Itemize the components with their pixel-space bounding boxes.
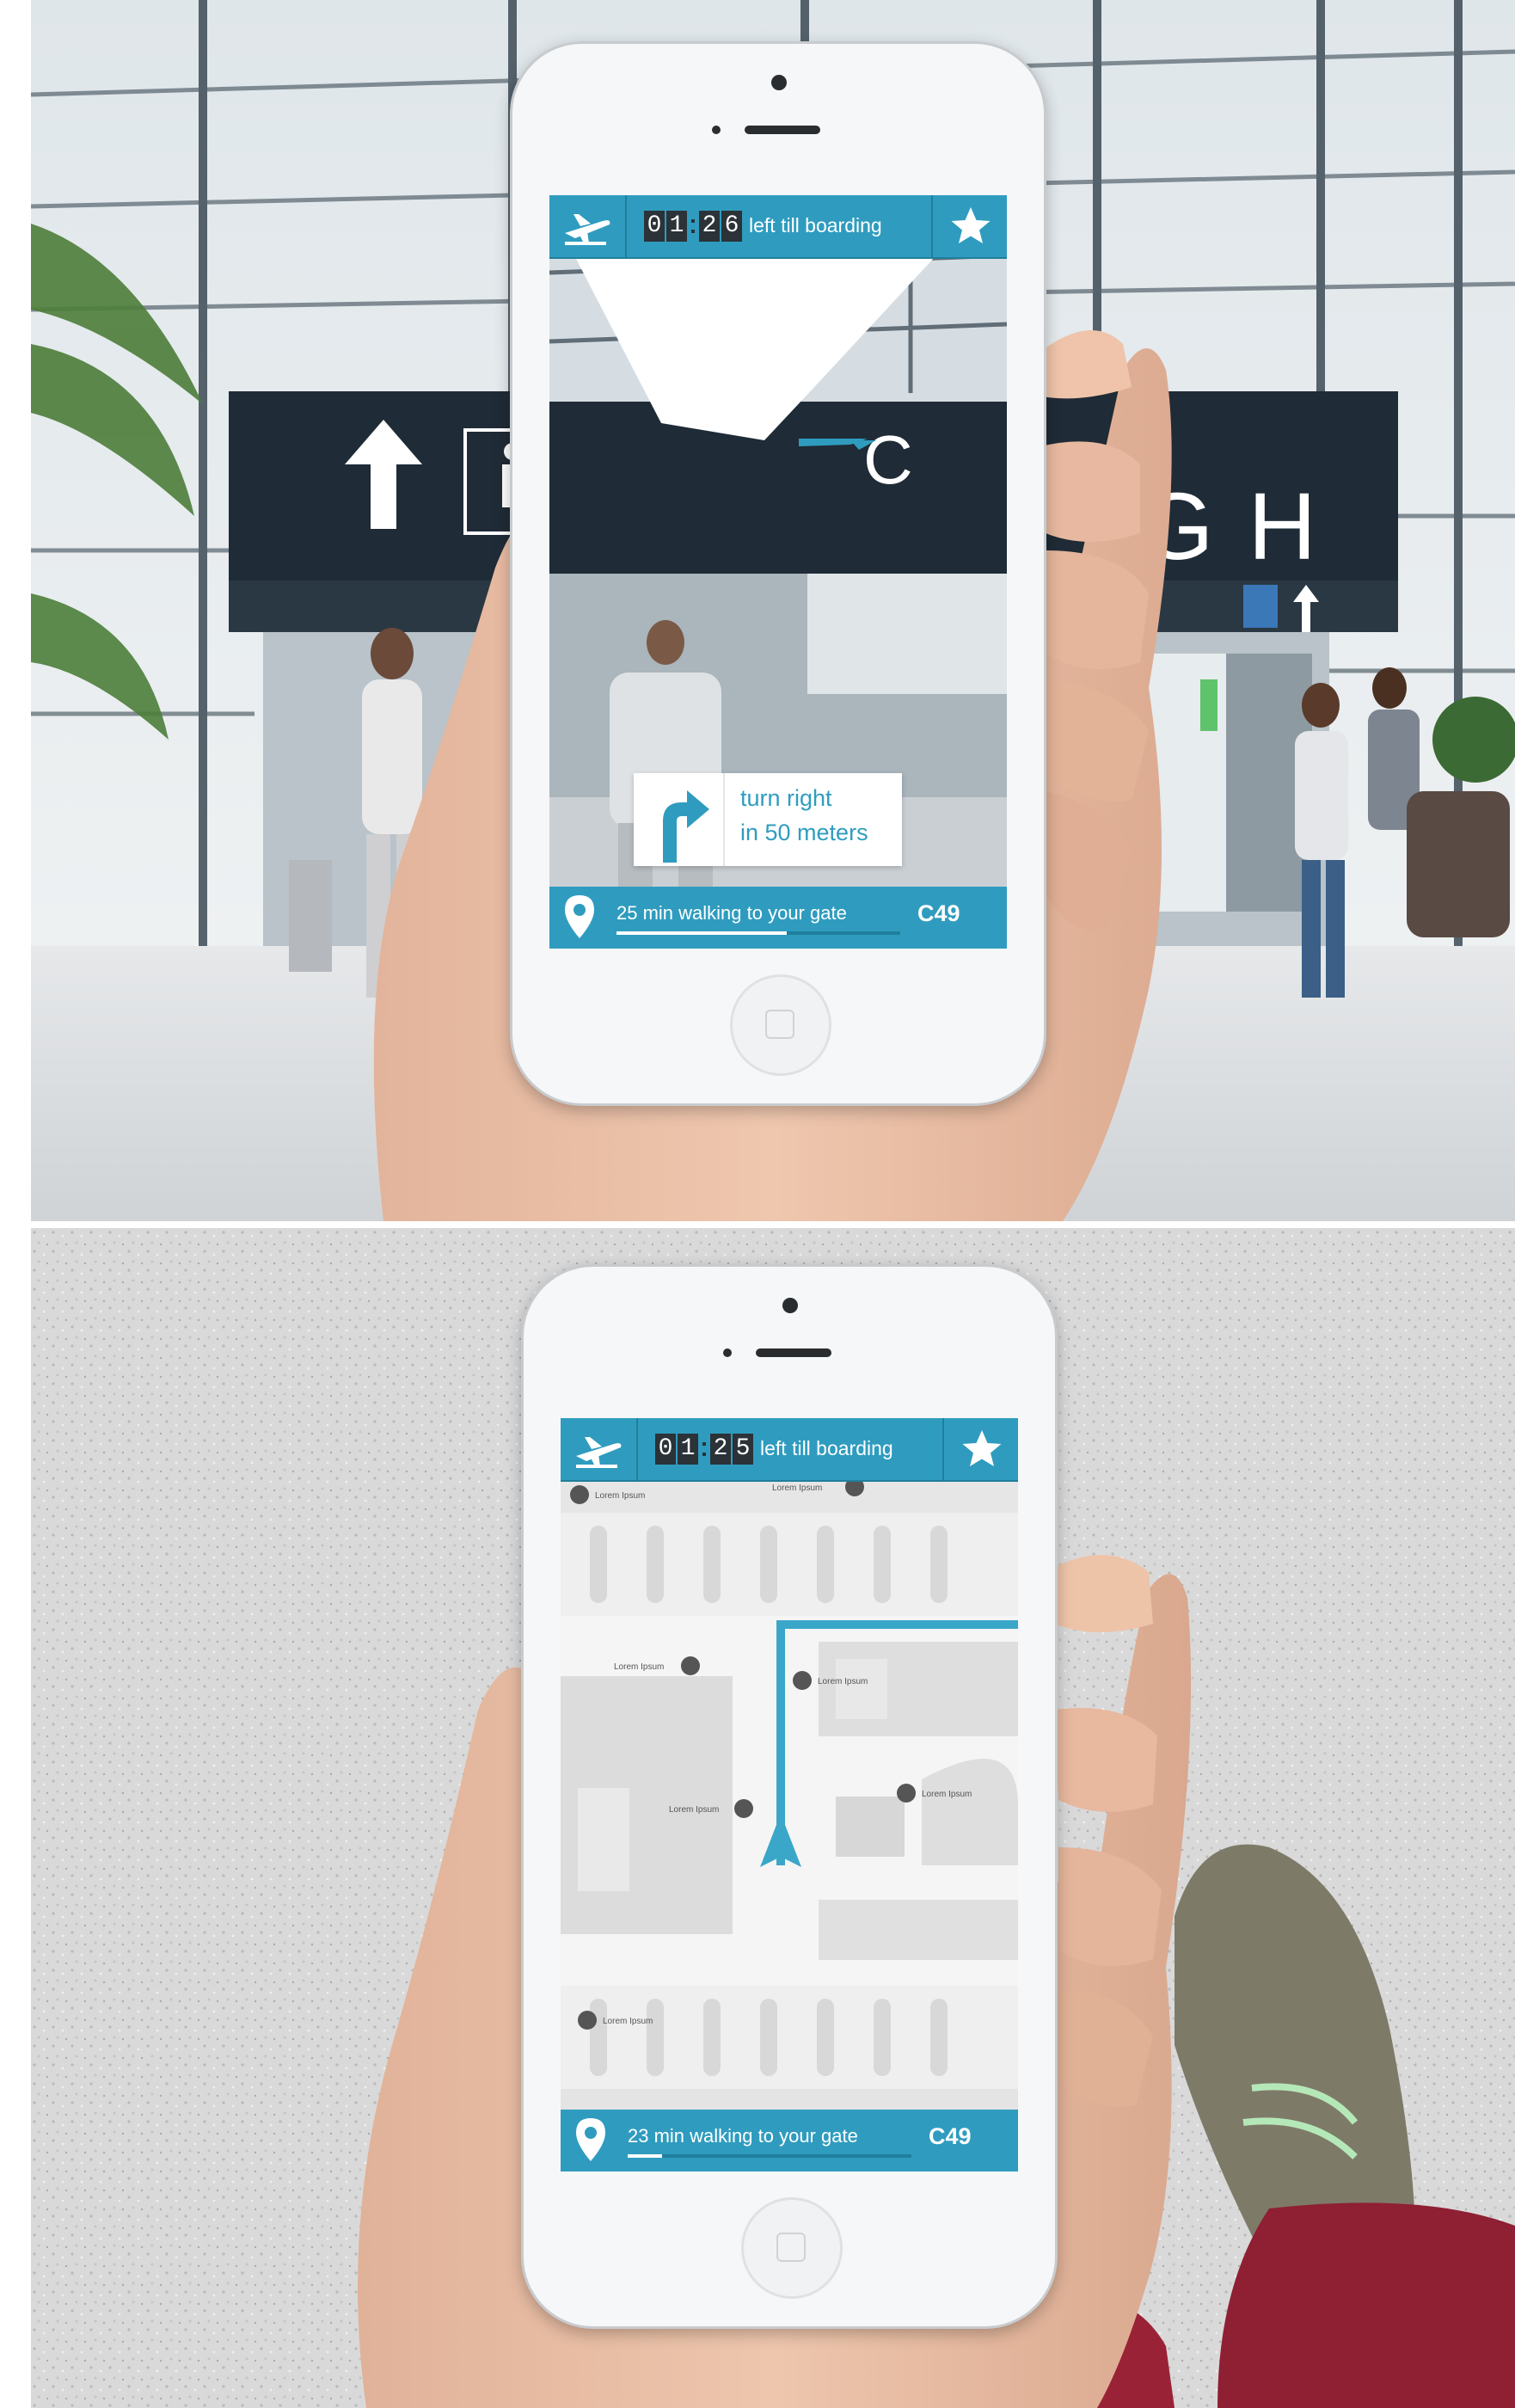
screen-map: Lorem Ipsum Lorem Ipsum Lorem Ipsum Lore… bbox=[561, 1418, 1018, 2172]
location-pin-icon bbox=[549, 887, 610, 949]
countdown-digit: 0 bbox=[644, 211, 665, 242]
poi-label: Lorem Ipsum bbox=[614, 1662, 664, 1672]
proximity-sensor bbox=[723, 1348, 732, 1357]
home-button[interactable] bbox=[741, 2197, 843, 2299]
poi-label: Lorem Ipsum bbox=[922, 1790, 972, 1799]
walking-time-text: 23 min walking to your gate bbox=[628, 2125, 858, 2147]
walking-progress-fill bbox=[628, 2154, 662, 2158]
app-header: 0 1 2 5 left till boarding bbox=[561, 1418, 1018, 1482]
star-icon bbox=[962, 1430, 1002, 1466]
countdown-digit: 2 bbox=[710, 1434, 731, 1465]
boarding-countdown: 0 1 2 5 bbox=[655, 1434, 753, 1465]
indoor-map: Lorem Ipsum Lorem Ipsum Lorem Ipsum Lore… bbox=[561, 1418, 1018, 2172]
countdown-separator bbox=[689, 211, 697, 242]
countdown-digit: 2 bbox=[699, 211, 720, 242]
poi-label: Lorem Ipsum bbox=[603, 2017, 653, 2026]
direction-card: turn right in 50 meters bbox=[634, 773, 902, 866]
star-icon bbox=[951, 207, 991, 243]
front-camera bbox=[771, 75, 787, 90]
app-footer: 25 min walking to your gate C49 bbox=[549, 887, 1007, 949]
favorite-button[interactable] bbox=[942, 1418, 1018, 1480]
plane-icon bbox=[549, 195, 627, 257]
countdown-digit: 5 bbox=[733, 1434, 753, 1465]
app-header: 0 1 2 6 left till boarding bbox=[549, 195, 1007, 259]
poi-label: Lorem Ipsum bbox=[818, 1677, 868, 1686]
home-button[interactable] bbox=[730, 974, 831, 1076]
gate-label: C49 bbox=[917, 900, 960, 926]
favorite-button[interactable] bbox=[931, 195, 1007, 257]
boarding-label: left till boarding bbox=[760, 1437, 893, 1459]
app-footer: 23 min walking to your gate C49 bbox=[561, 2110, 1018, 2172]
direction-line-1: turn right bbox=[740, 785, 832, 811]
proximity-sensor bbox=[712, 126, 721, 134]
countdown-digit: 0 bbox=[655, 1434, 676, 1465]
countdown-digit: 1 bbox=[678, 1434, 698, 1465]
earpiece bbox=[756, 1348, 831, 1357]
poi-label: Lorem Ipsum bbox=[595, 1491, 645, 1501]
walking-time-text: 25 min walking to your gate bbox=[616, 902, 847, 924]
boarding-countdown: 0 1 2 6 bbox=[644, 211, 742, 242]
phone-1: C 0 1 2 6 left till boarding turn right … bbox=[510, 41, 1046, 1106]
walking-progress-track bbox=[628, 2154, 911, 2158]
countdown-digit: 6 bbox=[721, 211, 742, 242]
countdown-digit: 1 bbox=[666, 211, 687, 242]
turn-right-arrow-icon bbox=[634, 773, 725, 866]
countdown-separator bbox=[700, 1434, 708, 1465]
floor-map-panel: Lorem Ipsum Lorem Ipsum Lorem Ipsum Lore… bbox=[31, 1228, 1515, 2408]
walking-progress-fill bbox=[616, 931, 787, 935]
poi-label: Lorem Ipsum bbox=[669, 1805, 719, 1815]
poi-label: Lorem Ipsum bbox=[772, 1484, 822, 1493]
earpiece bbox=[745, 126, 820, 134]
walking-progress-track bbox=[616, 931, 900, 935]
location-pin-icon bbox=[561, 2110, 621, 2172]
phone-2: Lorem Ipsum Lorem Ipsum Lorem Ipsum Lore… bbox=[521, 1264, 1058, 2329]
airport-ar-panel: C GH bbox=[31, 0, 1515, 1221]
front-camera bbox=[782, 1298, 798, 1313]
boarding-label: left till boarding bbox=[749, 214, 882, 236]
gate-label: C49 bbox=[929, 2123, 972, 2149]
plane-icon bbox=[561, 1418, 638, 1480]
sign-letters-gh: GH bbox=[1140, 474, 1351, 580]
screen-sign-letter: C bbox=[863, 421, 913, 498]
screen-ar: C 0 1 2 6 left till boarding turn right … bbox=[549, 195, 1007, 949]
direction-line-2: in 50 meters bbox=[740, 820, 868, 845]
